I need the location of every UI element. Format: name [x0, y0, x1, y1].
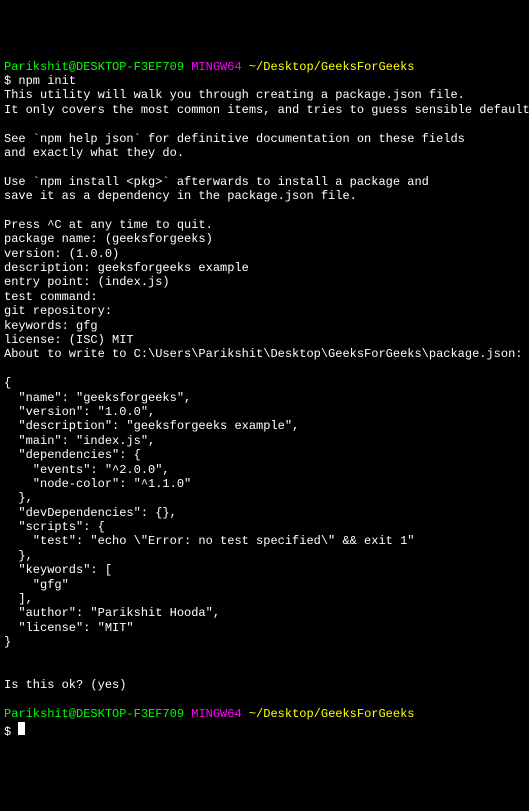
- output-line: "node-color": "^1.1.0": [4, 477, 191, 491]
- output-line: },: [4, 491, 33, 505]
- output-line: package name: (geeksforgeeks): [4, 232, 213, 246]
- output-line: }: [4, 635, 11, 649]
- command-line-2[interactable]: $: [4, 725, 25, 739]
- output-line: Is this ok? (yes): [4, 678, 126, 692]
- output-line: "author": "Parikshit Hooda",: [4, 606, 220, 620]
- prompt-line-2: Parikshit@DESKTOP-F3EF709 MINGW64 ~/Desk…: [4, 707, 415, 721]
- output-line: description: geeksforgeeks example: [4, 261, 249, 275]
- output-line: "keywords": [: [4, 563, 112, 577]
- output-line: test command:: [4, 290, 98, 304]
- prompt-path: ~/Desktop/GeeksForGeeks: [249, 60, 415, 74]
- output-line: entry point: (index.js): [4, 275, 170, 289]
- output-line: Use `npm install <pkg>` afterwards to in…: [4, 175, 429, 189]
- terminal-output[interactable]: Parikshit@DESKTOP-F3EF709 MINGW64 ~/Desk…: [4, 60, 525, 739]
- output-line: "main": "index.js",: [4, 434, 155, 448]
- output-line: license: (ISC) MIT: [4, 333, 134, 347]
- command-line: $ npm init: [4, 74, 76, 88]
- output-line: "gfg": [4, 578, 69, 592]
- prompt-user: Parikshit@DESKTOP-F3EF709: [4, 60, 184, 74]
- prompt-dollar: $: [4, 725, 11, 739]
- output-line: keywords: gfg: [4, 319, 98, 333]
- output-line: },: [4, 549, 33, 563]
- output-line: "license": "MIT": [4, 621, 134, 635]
- prompt-mingw: MINGW64: [191, 60, 241, 74]
- output-line: "description": "geeksforgeeks example",: [4, 419, 299, 433]
- prompt-line-1: Parikshit@DESKTOP-F3EF709 MINGW64 ~/Desk…: [4, 60, 415, 74]
- output-line: version: (1.0.0): [4, 247, 119, 261]
- output-line: git repository:: [4, 304, 112, 318]
- command-text: npm init: [18, 74, 76, 88]
- output-line: and exactly what they do.: [4, 146, 184, 160]
- output-line: "dependencies": {: [4, 448, 141, 462]
- output-line: "name": "geeksforgeeks",: [4, 391, 191, 405]
- output-line: "scripts": {: [4, 520, 105, 534]
- prompt-mingw: MINGW64: [191, 707, 241, 721]
- output-line: Press ^C at any time to quit.: [4, 218, 213, 232]
- output-line: ],: [4, 592, 33, 606]
- output-line: {: [4, 376, 11, 390]
- output-line: save it as a dependency in the package.j…: [4, 189, 357, 203]
- output-line: See `npm help json` for definitive docum…: [4, 132, 465, 146]
- output-line: "devDependencies": {},: [4, 506, 177, 520]
- prompt-user: Parikshit@DESKTOP-F3EF709: [4, 707, 184, 721]
- cursor-icon: [18, 722, 25, 735]
- output-line: "version": "1.0.0",: [4, 405, 155, 419]
- output-line: "events": "^2.0.0",: [4, 463, 170, 477]
- output-line: This utility will walk you through creat…: [4, 88, 465, 102]
- output-line: "test": "echo \"Error: no test specified…: [4, 534, 414, 548]
- prompt-path: ~/Desktop/GeeksForGeeks: [249, 707, 415, 721]
- prompt-dollar: $: [4, 74, 11, 88]
- output-line: About to write to C:\Users\Parikshit\Des…: [4, 347, 522, 361]
- output-line: It only covers the most common items, an…: [4, 103, 529, 117]
